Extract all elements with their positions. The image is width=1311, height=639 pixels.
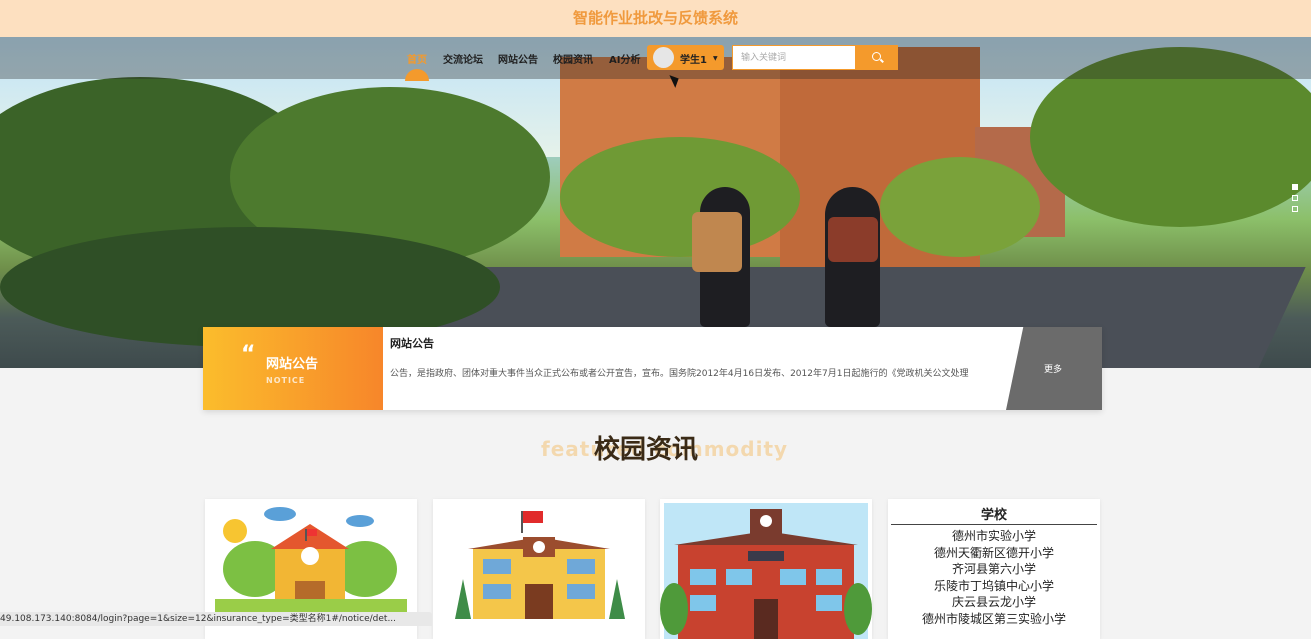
notice-label-sub: NOTICE <box>266 376 306 385</box>
section-title: 校园资讯 <box>594 435 699 465</box>
avatar <box>653 47 674 68</box>
carousel-indicators <box>1292 184 1298 217</box>
banner-tree <box>560 137 800 257</box>
divider <box>891 524 1097 525</box>
carousel-dot[interactable] <box>1292 206 1298 212</box>
banner-backpack <box>692 212 742 272</box>
search-icon <box>872 52 881 61</box>
school-list-item: 齐河县第六小学 <box>951 562 1036 576</box>
chevron-down-icon: ▼ <box>713 55 718 62</box>
quote-icon: “ <box>241 342 256 367</box>
site-title: 智能作业批改与反馈系统 <box>572 9 738 27</box>
notice-title[interactable]: 网站公告 <box>390 335 434 351</box>
nav-item-announcements[interactable]: 网站公告 <box>498 51 538 66</box>
school-list-item: 乐陵市丁坞镇中心小学 <box>933 579 1054 593</box>
school-list-item: 德州市实验小学 <box>951 529 1036 543</box>
status-bar-url: 49.108.173.140:8084/login?page=1&size=12… <box>0 612 432 626</box>
top-header: 智能作业批改与反馈系统 <box>0 0 1311 37</box>
school-list-item: 德州天衢新区德开小学 <box>933 546 1054 560</box>
search-input[interactable] <box>732 45 856 70</box>
banner-tree <box>880 157 1040 257</box>
school-building-image <box>455 511 625 619</box>
notice-card: “ 网站公告 NOTICE 网站公告 公告，是指政府、团体对重大事件当众正式公布… <box>203 327 1102 410</box>
notice-label-block: “ 网站公告 NOTICE <box>203 327 383 410</box>
carousel-dot[interactable] <box>1292 184 1298 190</box>
user-name: 学生1 <box>680 55 707 66</box>
nav-item-campus-news[interactable]: 校园资讯 <box>553 51 593 66</box>
red-school-image <box>660 503 872 639</box>
user-menu-button[interactable]: 学生1 ▼ <box>647 45 724 70</box>
hero-banner[interactable] <box>0 37 1311 368</box>
school-list-item: 庆云县云龙小学 <box>951 595 1036 609</box>
search-button[interactable] <box>856 45 898 70</box>
more-button[interactable]: 更多 <box>1006 327 1102 410</box>
news-card[interactable] <box>433 499 645 639</box>
nav-item-home[interactable]: 首页 <box>407 51 427 66</box>
nav-item-forum[interactable]: 交流论坛 <box>443 51 483 66</box>
school-list-card[interactable]: 学校 德州市实验小学 德州天衢新区德开小学 齐河县第六小学 乐陵市丁坞镇中心小学… <box>888 499 1100 639</box>
nav-item-ai-analysis[interactable]: AI分析 <box>609 51 640 66</box>
carousel-dot[interactable] <box>1292 195 1298 201</box>
more-label: 更多 <box>1044 365 1063 375</box>
news-card[interactable] <box>660 499 872 639</box>
notice-text[interactable]: 公告，是指政府、团体对重大事件当众正式公布或者公开宣告，宣布。国务院2012年4… <box>390 366 1010 380</box>
school-list-heading: 学校 <box>980 508 1007 523</box>
active-nav-indicator <box>405 69 429 81</box>
banner-backpack <box>828 217 878 262</box>
school-list-item: 德州市陵城区第三实验小学 <box>921 612 1066 626</box>
notice-label: 网站公告 <box>266 357 319 372</box>
